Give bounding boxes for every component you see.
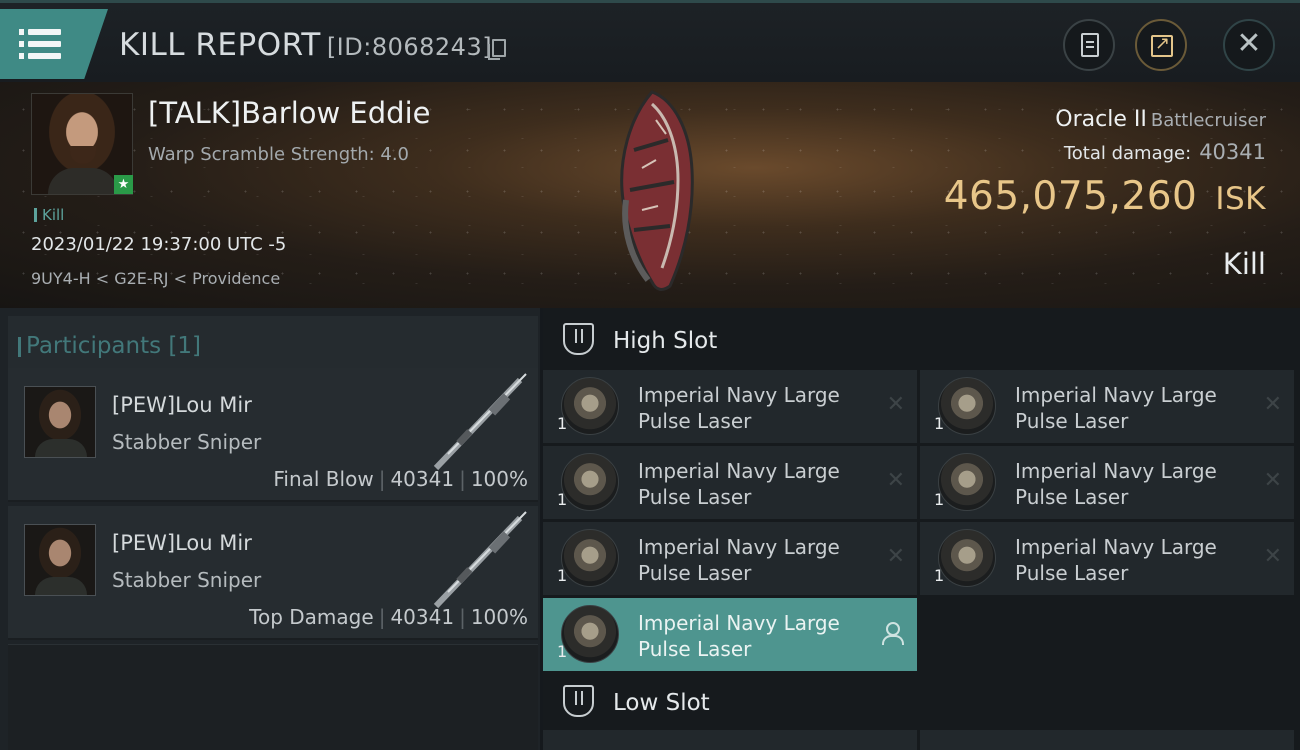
laser-icon (561, 453, 619, 511)
laser-icon (561, 377, 619, 435)
kill-datetime: 2023/01/22 19:37:00 UTC -5 (31, 234, 287, 255)
low-slot-title: Low Slot (613, 690, 710, 716)
participant-percent: 100% (470, 605, 528, 629)
item-quantity: 1 (934, 490, 945, 509)
total-damage-label: Total damage: (1063, 143, 1192, 164)
item-quantity: 1 (557, 642, 568, 661)
item-name: Imperial Navy Large Pulse Laser (1015, 535, 1217, 585)
participant-damage: 40341 (390, 467, 455, 491)
item-name: Imperial Navy Large Pulse Laser (638, 535, 840, 585)
user-icon (881, 622, 904, 645)
laser-icon (938, 453, 996, 511)
participant-percent: 100% (470, 467, 528, 491)
isk-value: 465,075,260 ISK (944, 174, 1266, 219)
participant-row[interactable]: [PEW]Lou Mir Stabber Sniper Top Damage | 4… (8, 506, 538, 640)
isk-unit: ISK (1215, 181, 1266, 217)
low-slot-item-partial[interactable] (543, 730, 917, 750)
fitting-item[interactable]: 1 Imperial Navy Large Pulse Laser ✕ (543, 370, 917, 443)
kill-tag: Kill (34, 206, 64, 224)
participant-ship: Stabber Sniper (112, 568, 262, 592)
shield-icon (563, 323, 594, 355)
fitting-item[interactable]: 1 Imperial Navy Large Pulse Laser ✕ (920, 446, 1294, 519)
participant-role: Final Blow (273, 467, 374, 491)
participants-count: [1] (168, 333, 202, 359)
total-damage-value: 40341 (1199, 140, 1266, 164)
participant-damage: 40341 (390, 605, 455, 629)
item-quantity: 1 (557, 414, 568, 433)
page-title-text: KILL REPORT (119, 27, 321, 63)
fitting-item[interactable]: 1 Imperial Navy Large Pulse Laser ✕ (543, 446, 917, 519)
item-name: Imperial Navy Large Pulse Laser (1015, 383, 1217, 433)
fitting-item-dropped[interactable]: 1 Imperial Navy Large Pulse Laser (543, 598, 917, 671)
share-icon (1151, 33, 1173, 57)
title-bar: KILL REPORT[ID:8068243] ✕ (0, 0, 1300, 82)
fitting-item[interactable]: 1 Imperial Navy Large Pulse Laser ✕ (920, 522, 1294, 595)
weapon-icon (433, 511, 527, 609)
report-button[interactable] (1063, 19, 1115, 71)
close-button[interactable]: ✕ (1223, 19, 1275, 71)
ship-class: Battlecruiser (1150, 110, 1266, 131)
high-slot-title: High Slot (613, 328, 718, 354)
isk-amount: 465,075,260 (943, 174, 1198, 219)
participant-name: [PEW]Lou Mir (112, 393, 252, 417)
fitting-item[interactable]: 1 Imperial Navy Large Pulse Laser ✕ (543, 522, 917, 595)
item-name: Imperial Navy Large Pulse Laser (1015, 459, 1217, 509)
destroyed-x-icon: ✕ (886, 392, 905, 417)
item-name: Imperial Navy Large Pulse Laser (638, 611, 840, 661)
item-quantity: 1 (557, 490, 568, 509)
laser-icon (938, 529, 996, 587)
laser-icon (561, 529, 619, 587)
kill-summary-banner: ★ [TALK]Barlow Eddie Warp Scramble Stren… (0, 82, 1300, 308)
destroyed-x-icon: ✕ (1263, 468, 1282, 493)
item-quantity: 1 (934, 566, 945, 585)
low-slot-header: Low Slot (543, 670, 1300, 730)
copy-icon[interactable] (488, 39, 506, 60)
weapon-icon (433, 373, 527, 471)
participant-portrait (24, 524, 96, 596)
destroyed-x-icon: ✕ (1263, 544, 1282, 569)
participants-title: Participants [1] (17, 333, 202, 359)
low-slot-item-partial[interactable] (920, 730, 1294, 750)
star-badge-icon: ★ (114, 175, 133, 194)
participant-row[interactable]: [PEW]Lou Mir Stabber Sniper Final Blow | 4… (8, 368, 538, 502)
page-title: KILL REPORT [ID:8068243] (119, 27, 492, 63)
total-damage: Total damage: 40341 (1064, 140, 1266, 164)
participant-stats: Final Blow | 40341 | 100% (273, 467, 528, 491)
destroyed-x-icon: ✕ (1263, 392, 1282, 417)
item-quantity: 1 (557, 566, 568, 585)
participants-empty-area (8, 644, 538, 750)
participant-ship: Stabber Sniper (112, 430, 262, 454)
participant-role: Top Damage (249, 605, 374, 629)
ship-name-text: Oracle II (1055, 107, 1147, 132)
high-slot-header: High Slot (543, 308, 1300, 368)
close-icon: ✕ (1236, 26, 1262, 61)
hamburger-icon[interactable] (0, 9, 108, 79)
participant-stats: Top Damage | 40341 | 100% (249, 605, 528, 629)
laser-icon (938, 377, 996, 435)
shield-icon (563, 685, 594, 717)
item-quantity: 1 (934, 414, 945, 433)
participants-header: Participants [1] (8, 316, 538, 373)
destroyed-x-icon: ✕ (886, 468, 905, 493)
participant-name: [PEW]Lou Mir (112, 531, 252, 555)
ship-image (620, 90, 694, 291)
laser-icon (561, 605, 619, 663)
item-name: Imperial Navy Large Pulse Laser (638, 459, 840, 509)
ship-name[interactable]: Oracle II Battlecruiser (1055, 107, 1266, 132)
victim-name[interactable]: [TALK]Barlow Eddie (148, 96, 430, 130)
participants-panel: Participants [1] [PEW]Lou Mir Stabber Sn… (0, 308, 540, 750)
document-icon (1081, 33, 1099, 57)
report-id: [ID:8068243] (326, 33, 493, 61)
item-name: Imperial Navy Large Pulse Laser (638, 383, 840, 433)
fitting-panel: High Slot 1 Imperial Navy Large Pulse La… (543, 308, 1300, 750)
kill-result: Kill (1222, 247, 1266, 281)
share-button[interactable] (1135, 19, 1187, 71)
participant-portrait (24, 386, 96, 458)
fitting-item[interactable]: 1 Imperial Navy Large Pulse Laser ✕ (920, 370, 1294, 443)
participants-label: Participants (26, 333, 162, 359)
kill-location: 9UY4-H < G2E-RJ < Providence (31, 269, 281, 288)
destroyed-x-icon: ✕ (886, 544, 905, 569)
warp-scramble-strength: Warp Scramble Strength: 4.0 (148, 144, 410, 165)
